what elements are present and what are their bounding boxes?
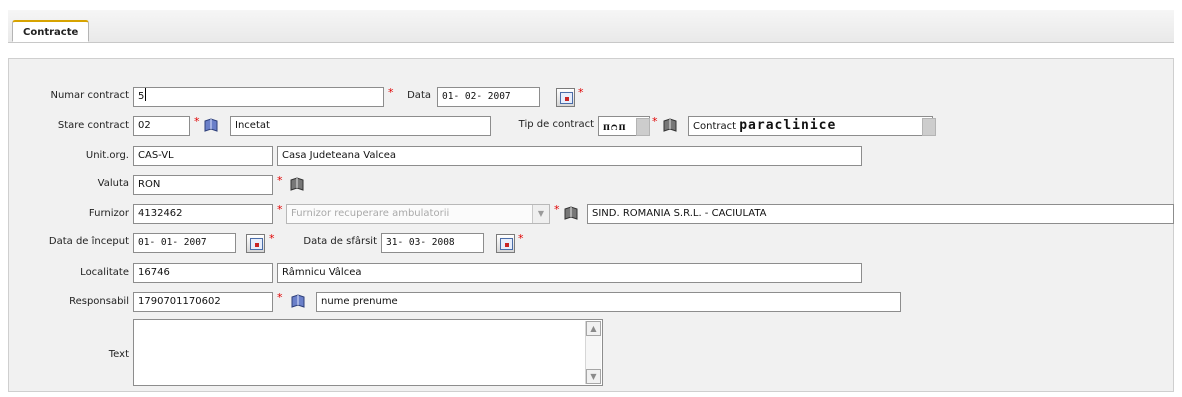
calendar-icon[interactable] <box>246 234 265 253</box>
unit-org-code-input[interactable]: CAS-VL <box>133 146 273 166</box>
book-lookup-icon[interactable] <box>203 117 219 133</box>
tip-contract-dropdown-arrow[interactable] <box>636 118 650 136</box>
required-asterisk: * <box>277 291 283 304</box>
localitate-name-input: Râmnicu Vâlcea <box>277 263 862 283</box>
text-label: Text <box>108 349 129 360</box>
furnizor-label: Furnizor <box>88 208 129 219</box>
required-asterisk: * <box>578 86 584 99</box>
stare-contract-code-input[interactable]: 02 <box>133 116 190 136</box>
chevron-down-icon: ▼ <box>532 205 549 223</box>
tab-contracte[interactable]: Contracte <box>12 20 90 42</box>
unit-org-name-input: Casa Judeteana Valcea <box>277 146 862 166</box>
responsabil-name-input: nume prenume <box>316 292 901 312</box>
book-lookup-icon[interactable] <box>290 293 306 309</box>
text-area[interactable]: ▲ ▼ <box>133 319 603 386</box>
responsabil-label: Responsabil <box>69 296 129 307</box>
furnizor-code-input[interactable]: 4132462 <box>133 204 273 224</box>
required-asterisk: * <box>269 232 275 245</box>
data-sfarsit-input[interactable]: 31- 03- 2008 <box>381 233 484 253</box>
calendar-icon[interactable] <box>556 88 575 107</box>
scroll-up-icon[interactable]: ▲ <box>586 321 601 336</box>
stare-contract-name-input: Incetat <box>230 116 491 136</box>
text-area-scrollbar[interactable]: ▲ ▼ <box>585 321 601 384</box>
numar-contract-label: Numar contract <box>50 90 129 101</box>
required-asterisk: * <box>388 86 394 99</box>
furnizor-type-select[interactable]: Furnizor recuperare ambulatorii ▼ <box>286 204 550 224</box>
data-sfarsit-label: Data de sfârsit <box>303 236 377 247</box>
required-asterisk: * <box>277 203 283 216</box>
contract-form-panel: Numar contract 5 * Data 01- 02- 2007 * S… <box>8 58 1174 392</box>
numar-contract-input[interactable]: 5 <box>133 87 384 107</box>
unit-org-label: Unit.org. <box>85 150 129 161</box>
data-label: Data <box>407 90 431 101</box>
localitate-code-input[interactable]: 16746 <box>133 263 273 283</box>
furnizor-name-input: SIND. ROMANIA S.R.L. - CACIULATA <box>587 204 1174 224</box>
data-input[interactable]: 01- 02- 2007 <box>437 87 540 107</box>
tip-contract-label: Tip de contract <box>518 119 594 130</box>
tab-strip: Contracte <box>8 10 1174 43</box>
book-lookup-icon[interactable] <box>289 176 305 192</box>
required-asterisk: * <box>652 115 658 128</box>
calendar-icon[interactable] <box>496 234 515 253</box>
responsabil-code-input[interactable]: 1790701170602 <box>133 292 273 312</box>
required-asterisk: * <box>554 203 560 216</box>
stare-contract-label: Stare contract <box>57 120 129 131</box>
book-lookup-icon[interactable] <box>662 117 678 133</box>
tip-contract-name-input: Contract paraclinice <box>688 116 933 136</box>
tip-contract-name-dropdown-arrow[interactable] <box>922 118 936 136</box>
data-inceput-input[interactable]: 01- 01- 2007 <box>133 233 236 253</box>
data-inceput-label: Data de început <box>48 236 129 247</box>
text-cursor <box>145 88 147 101</box>
required-asterisk: * <box>277 174 283 187</box>
required-asterisk: * <box>194 115 200 128</box>
valuta-input[interactable]: RON <box>133 175 273 195</box>
scroll-down-icon[interactable]: ▼ <box>586 369 601 384</box>
valuta-label: Valuta <box>97 178 129 189</box>
required-asterisk: * <box>518 232 524 245</box>
localitate-label: Localitate <box>80 267 129 278</box>
book-lookup-icon[interactable] <box>563 205 579 221</box>
